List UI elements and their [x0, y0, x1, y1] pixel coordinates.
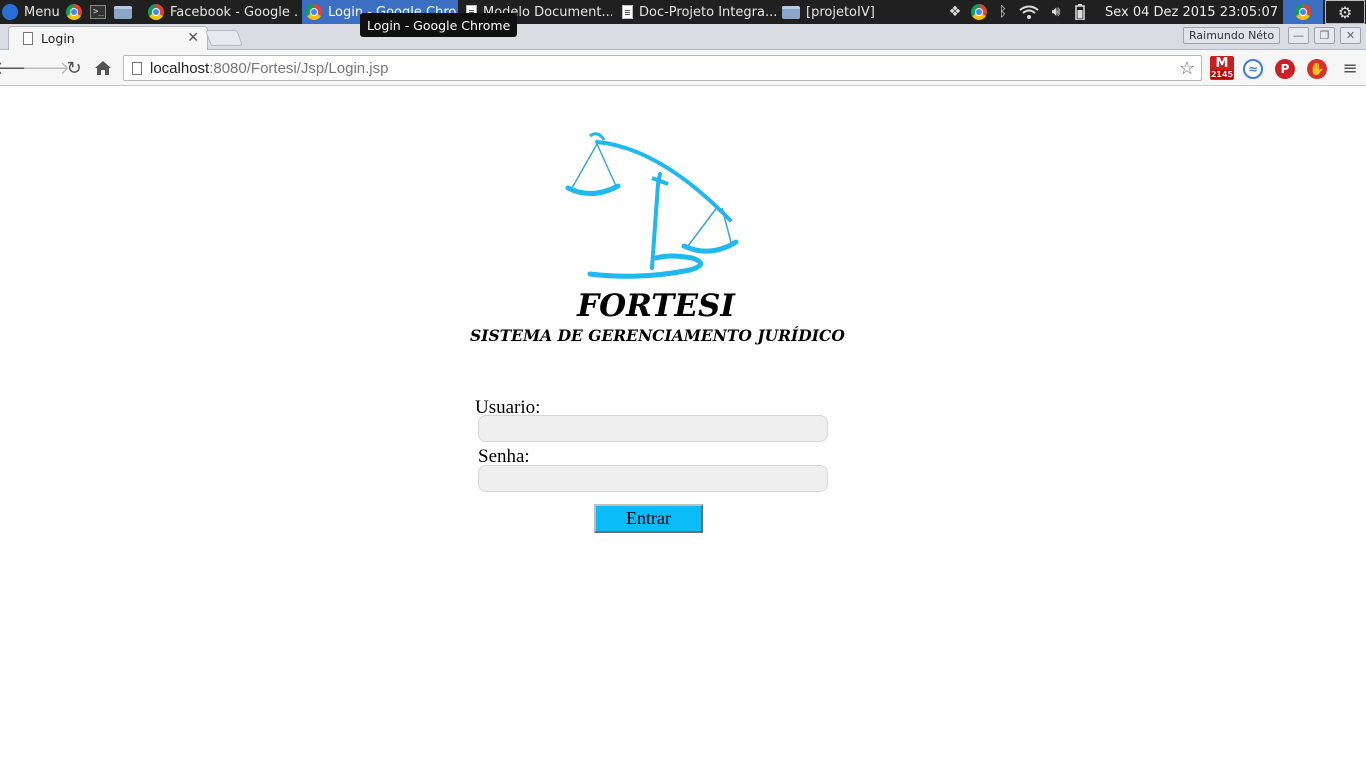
folder-icon: [114, 5, 132, 19]
hamburger-menu-icon: ≡: [1342, 57, 1358, 79]
sync-extension[interactable]: ≈: [1243, 59, 1263, 79]
task-label: Facebook - Google ...: [170, 4, 298, 20]
volume-icon[interactable]: 🔊︎: [1045, 4, 1067, 20]
chrome-tray-icon[interactable]: [970, 4, 988, 20]
pinterest-icon: P: [1280, 62, 1290, 76]
url-path: :8080/Fortesi/Jsp/Login.jsp: [209, 59, 389, 77]
reload-button[interactable]: ↻: [64, 57, 84, 79]
document-icon: [622, 5, 633, 19]
brand-subtitle: SISTEMA DE GERENCIAMENTO JURÍDICO: [470, 326, 845, 345]
task-projeto-iv[interactable]: [projetoIV]: [778, 0, 878, 24]
menu-label: Menu: [24, 4, 60, 20]
new-tab-button[interactable]: [205, 30, 243, 46]
minimize-button[interactable]: —: [1288, 27, 1309, 44]
restore-icon: ❐: [1319, 29, 1330, 42]
chrome-icon: [1295, 4, 1311, 20]
dropbox-icon[interactable]: ❖: [946, 4, 964, 20]
system-taskbar: Menu >_ Facebook - Google ... Login - Go…: [0, 0, 1366, 24]
wifi-icon[interactable]: [1018, 4, 1040, 20]
bookmark-star-icon[interactable]: ☆: [1179, 58, 1195, 79]
files-launcher[interactable]: [114, 0, 136, 24]
sync-icon: ≈: [1247, 62, 1259, 76]
adblock-extension[interactable]: ✋: [1307, 59, 1327, 79]
browser-tab-strip: Login ✕ Raimundo Néto — ❐ ✕: [0, 24, 1366, 50]
start-menu-button[interactable]: Menu: [2, 0, 64, 24]
page-icon: [23, 32, 33, 45]
battery-icon[interactable]: [1074, 4, 1086, 20]
close-window-button[interactable]: ✕: [1340, 27, 1361, 44]
url-host: localhost: [150, 59, 210, 77]
gmail-extension[interactable]: M 2145: [1210, 56, 1234, 80]
folder-icon: [782, 5, 800, 19]
address-bar[interactable]: localhost:8080/Fortesi/Jsp/Login.jsp ☆: [123, 55, 1202, 81]
minimize-icon: —: [1293, 29, 1304, 42]
clock-text: Sex 04 Dez 2015 23:05:07 BRT: [1105, 4, 1281, 20]
clock[interactable]: Sex 04 Dez 2015 23:05:07 BRT: [1105, 0, 1281, 24]
reload-icon: ↻: [66, 57, 82, 79]
bluetooth-icon[interactable]: ᛒ: [995, 4, 1011, 20]
task-tooltip: Login - Google Chrome: [360, 13, 518, 37]
login-page: FORTESI SISTEMA DE GERENCIAMENTO JURÍDIC…: [0, 86, 1366, 768]
tab-login[interactable]: Login ✕: [8, 26, 208, 50]
gear-icon: ⚙: [1337, 2, 1353, 22]
stop-hand-icon: ✋: [1309, 62, 1325, 76]
terminal-launcher[interactable]: >_: [90, 0, 110, 24]
task-label: Doc-Projeto Integra...: [639, 4, 776, 20]
pinterest-extension[interactable]: P: [1275, 59, 1295, 79]
task-facebook[interactable]: Facebook - Google ...: [144, 0, 298, 24]
entrar-button[interactable]: Entrar: [594, 504, 703, 533]
chrome-icon: [148, 4, 164, 20]
gmail-icon: M: [1215, 55, 1229, 71]
scales-of-justice-logo: [565, 132, 739, 279]
forward-button[interactable]: 🡒: [22, 58, 70, 79]
usuario-input[interactable]: [478, 415, 828, 442]
gmail-badge: 2145: [1210, 69, 1234, 79]
menu-logo-icon: [2, 4, 18, 20]
tab-title: Login: [41, 31, 75, 46]
brand-block: FORTESI SISTEMA DE GERENCIAMENTO JURÍDIC…: [470, 286, 845, 346]
brand-title: FORTESI: [577, 288, 735, 324]
browser-toolbar: 🡐 🡒 ↻ localhost:8080/Fortesi/Jsp/Login.j…: [0, 50, 1366, 86]
chrome-icon: [971, 4, 987, 20]
chrome-icon: [306, 4, 322, 20]
forward-arrow-icon: 🡒: [21, 57, 71, 79]
close-icon: ✕: [1345, 29, 1356, 42]
chrome-menu-button[interactable]: ≡: [1340, 57, 1360, 79]
chrome-launcher[interactable]: [66, 0, 86, 24]
workspace-chrome[interactable]: [1283, 0, 1323, 24]
senha-input[interactable]: [478, 465, 828, 492]
chrome-icon: [66, 4, 82, 20]
terminal-icon: >_: [90, 5, 106, 19]
home-icon: [95, 61, 111, 75]
settings-button[interactable]: ⚙: [1325, 0, 1365, 24]
page-icon: [132, 62, 142, 75]
home-button[interactable]: [93, 58, 113, 78]
restore-button[interactable]: ❐: [1314, 27, 1335, 44]
profile-button[interactable]: Raimundo Néto: [1183, 27, 1281, 44]
close-tab-icon[interactable]: ✕: [187, 30, 199, 46]
task-label: [projetoIV]: [806, 4, 875, 20]
task-doc-projeto[interactable]: Doc-Projeto Integra...: [618, 0, 776, 24]
